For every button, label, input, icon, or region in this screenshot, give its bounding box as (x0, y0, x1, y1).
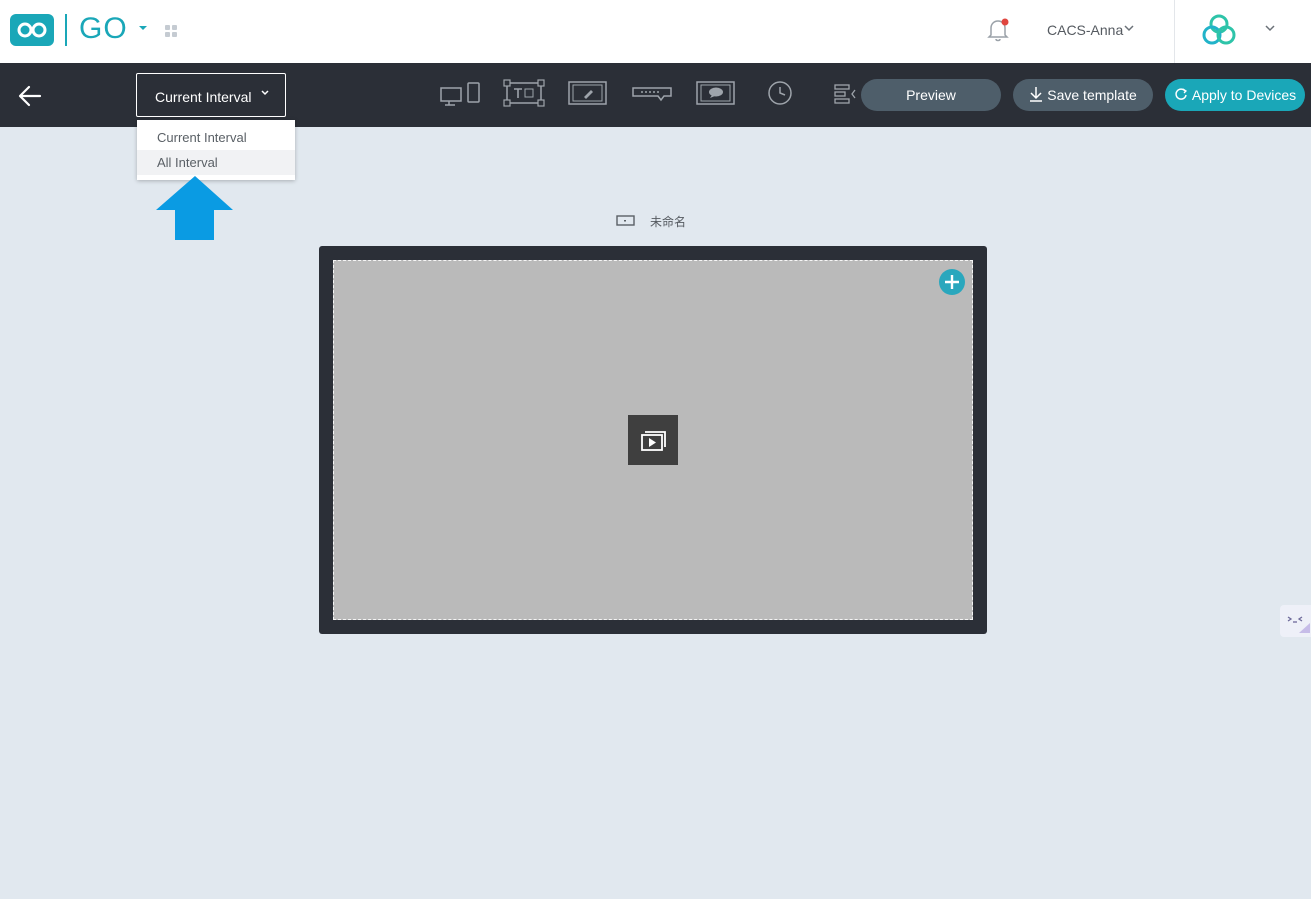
dropdown-option-current-interval[interactable]: Current Interval (137, 125, 295, 150)
save-template-label: Save template (1047, 87, 1137, 103)
screen-name: 未命名 (650, 215, 687, 229)
interval-select[interactable]: Current Interval (136, 73, 286, 117)
back-arrow-icon[interactable] (16, 84, 44, 108)
download-icon (1030, 87, 1043, 103)
interval-select-value: Current Interval (155, 89, 252, 105)
screen-name-label: 未命名 (616, 213, 686, 231)
device-orientation-icon[interactable] (440, 79, 484, 109)
media-zone[interactable] (333, 260, 973, 620)
caret-down-icon[interactable] (138, 24, 148, 32)
app-name[interactable]: GO (79, 11, 128, 47)
logo-divider (65, 14, 67, 46)
text-layout-icon[interactable] (503, 79, 545, 109)
screen-frame (319, 246, 987, 634)
user-name[interactable]: CACS-Anna (1047, 21, 1123, 39)
top-header: GO CACS-Anna (0, 0, 1311, 63)
annotation-up-arrow-icon (156, 176, 233, 240)
notification-bell-icon[interactable] (986, 17, 1010, 43)
align-icon[interactable] (833, 79, 857, 109)
save-template-button[interactable]: Save template (1013, 79, 1153, 111)
ticker-icon[interactable] (632, 79, 674, 109)
screen-icon (616, 215, 635, 226)
infinity-icon (17, 22, 47, 38)
collapse-icon (1287, 616, 1310, 633)
media-placeholder[interactable] (628, 415, 678, 465)
add-zone-button[interactable] (939, 269, 965, 295)
clock-icon[interactable] (766, 79, 796, 109)
notification-dot (1001, 18, 1009, 26)
apps-grid-icon[interactable] (164, 24, 178, 38)
sync-icon (1175, 88, 1187, 101)
bubble-frame-icon[interactable] (696, 79, 736, 109)
editor-toolbar: Current Interval Preview Save template A… (0, 63, 1311, 127)
product-logo[interactable] (10, 14, 54, 46)
preview-button-label: Preview (906, 87, 956, 103)
draw-frame-icon[interactable] (568, 79, 608, 109)
chevron-down-icon[interactable] (1264, 23, 1276, 33)
media-playlist-icon (641, 431, 666, 451)
preview-button[interactable]: Preview (861, 79, 1001, 111)
header-divider (1174, 0, 1175, 63)
side-panel-toggle[interactable] (1280, 605, 1311, 637)
apply-to-devices-button[interactable]: Apply to Devices (1165, 79, 1305, 111)
chevron-down-icon[interactable] (1123, 23, 1135, 33)
apply-to-devices-label: Apply to Devices (1191, 87, 1297, 103)
plus-icon (945, 275, 959, 289)
interval-dropdown-menu: Current Interval All Interval (137, 120, 295, 180)
brand-logo-icon[interactable] (1199, 13, 1241, 49)
dropdown-option-all-interval[interactable]: All Interval (137, 150, 295, 175)
chevron-down-icon (261, 90, 269, 96)
